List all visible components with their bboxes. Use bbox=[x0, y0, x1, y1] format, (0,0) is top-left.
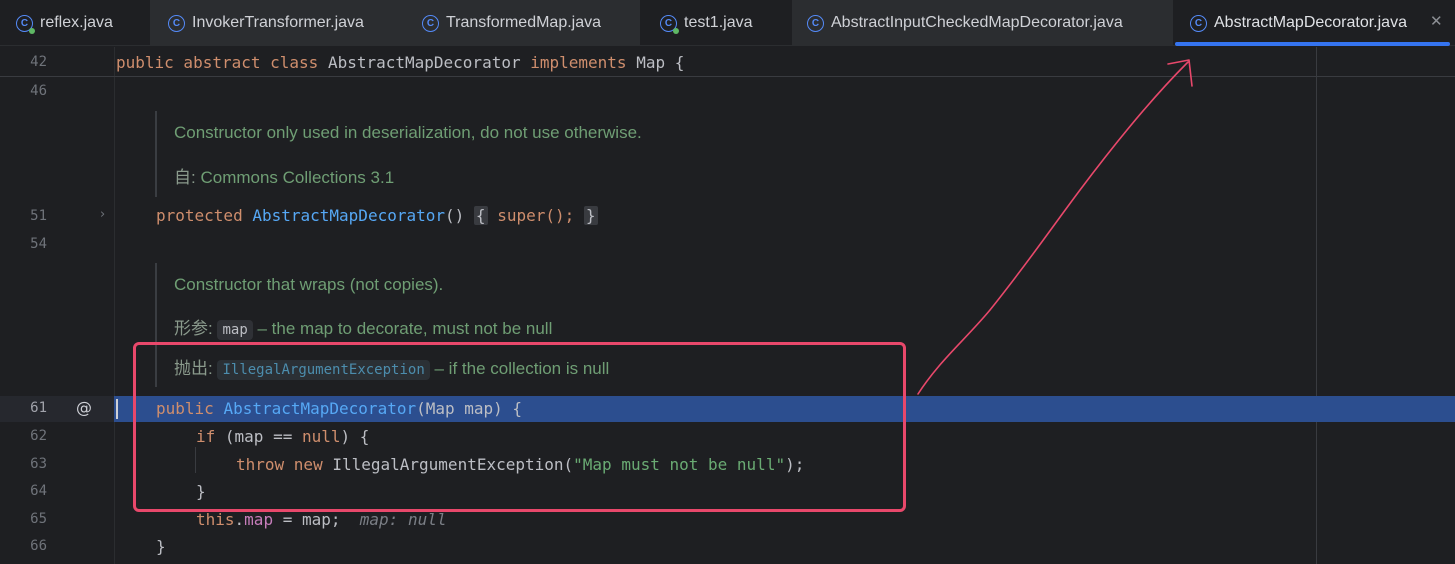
inline-debug-hint: map: null bbox=[359, 510, 447, 529]
sticky-class-header[interactable]: public abstract class AbstractMapDecorat… bbox=[116, 53, 684, 72]
keyword: public abstract class bbox=[116, 53, 319, 72]
line-number: 42 bbox=[30, 54, 47, 70]
folded-block-close[interactable]: } bbox=[583, 206, 598, 225]
java-class-icon: C bbox=[168, 14, 185, 32]
line-number: 46 bbox=[30, 83, 47, 99]
doc-param-name: map bbox=[217, 320, 253, 340]
tab-transformed-map[interactable]: C TransformedMap.java bbox=[394, 0, 640, 46]
constructor-declaration-default[interactable]: protected AbstractMapDecorator() { super… bbox=[156, 206, 598, 225]
implementation-marker-icon[interactable]: @ bbox=[76, 398, 92, 417]
code-text: } bbox=[156, 537, 166, 556]
java-class-icon: C bbox=[1190, 14, 1207, 32]
tab-label: InvokerTransformer.java bbox=[192, 14, 364, 31]
keyword: this bbox=[196, 510, 235, 529]
line-number: 63 bbox=[30, 456, 47, 472]
sticky-header-separator bbox=[0, 76, 1455, 77]
keyword: super(); bbox=[497, 206, 575, 225]
java-class-icon: C bbox=[422, 14, 439, 32]
tab-reflex[interactable]: C reflex.java bbox=[0, 0, 150, 46]
active-tab-indicator bbox=[1175, 42, 1450, 46]
tab-label: AbstractMapDecorator.java bbox=[1214, 14, 1407, 31]
close-icon[interactable]: ✕ bbox=[1430, 12, 1443, 30]
code-line-close-constructor[interactable]: } bbox=[156, 537, 166, 556]
gutter-divider bbox=[114, 47, 115, 564]
editor-tab-bar: C reflex.java C InvokerTransformer.java … bbox=[0, 0, 1455, 46]
code-text: . bbox=[234, 510, 245, 529]
doc-comment-text: Constructor only used in deserialization… bbox=[174, 123, 642, 142]
code-text: = map; bbox=[273, 510, 341, 529]
tab-invoker-transformer[interactable]: C InvokerTransformer.java bbox=[150, 0, 394, 46]
annotation-highlight-box bbox=[133, 342, 906, 512]
line-number: 62 bbox=[30, 428, 47, 444]
code-text: Map { bbox=[636, 53, 685, 72]
tab-test1[interactable]: C test1.java bbox=[640, 0, 792, 46]
doc-since-value: Commons Collections 3.1 bbox=[200, 168, 395, 187]
java-class-run-icon: C bbox=[16, 14, 35, 34]
java-class-run-icon: C bbox=[660, 14, 679, 34]
method-name: AbstractMapDecorator bbox=[252, 206, 445, 225]
tab-label: test1.java bbox=[684, 14, 753, 31]
line-number: 64 bbox=[30, 483, 47, 499]
class-name: AbstractMapDecorator bbox=[327, 53, 521, 72]
tab-label: reflex.java bbox=[40, 14, 113, 31]
code-line-assign[interactable]: this.map = map; map: null bbox=[196, 510, 446, 529]
java-class-icon: C bbox=[807, 14, 824, 32]
doc-param-desc: – the map to decorate, must not be null bbox=[257, 319, 553, 338]
field-name: map bbox=[244, 510, 274, 529]
doc-since: 自: Commons Collections 3.1 bbox=[174, 163, 394, 188]
line-number: 51 bbox=[30, 208, 47, 224]
line-number: 65 bbox=[30, 511, 47, 527]
tab-label: TransformedMap.java bbox=[446, 14, 602, 31]
code-text: () bbox=[445, 206, 465, 225]
text-caret bbox=[116, 399, 118, 419]
line-number: 61 bbox=[30, 400, 47, 416]
tab-label: AbstractInputCheckedMapDecorator.java bbox=[831, 14, 1123, 31]
doc-since-label: 自: bbox=[174, 168, 196, 187]
keyword: protected bbox=[156, 206, 243, 225]
doc-param: 形参: map – the map to decorate, must not … bbox=[174, 314, 553, 340]
tab-abstract-map-decorator[interactable]: C AbstractMapDecorator.java bbox=[1173, 0, 1455, 46]
folded-block-open[interactable]: { bbox=[473, 206, 488, 225]
right-margin-guide bbox=[1316, 47, 1317, 564]
line-number: 54 bbox=[30, 236, 47, 252]
doc-comment-text: Constructor that wraps (not copies). bbox=[174, 275, 444, 294]
doc-param-label: 形参: bbox=[174, 319, 213, 338]
line-number: 66 bbox=[30, 538, 47, 554]
doc-comment-bar bbox=[155, 111, 157, 197]
keyword: implements bbox=[530, 53, 627, 72]
fold-chevron-icon[interactable]: › bbox=[100, 207, 105, 222]
tab-abstract-input-checked-map-decorator[interactable]: C AbstractInputCheckedMapDecorator.java bbox=[792, 0, 1173, 46]
